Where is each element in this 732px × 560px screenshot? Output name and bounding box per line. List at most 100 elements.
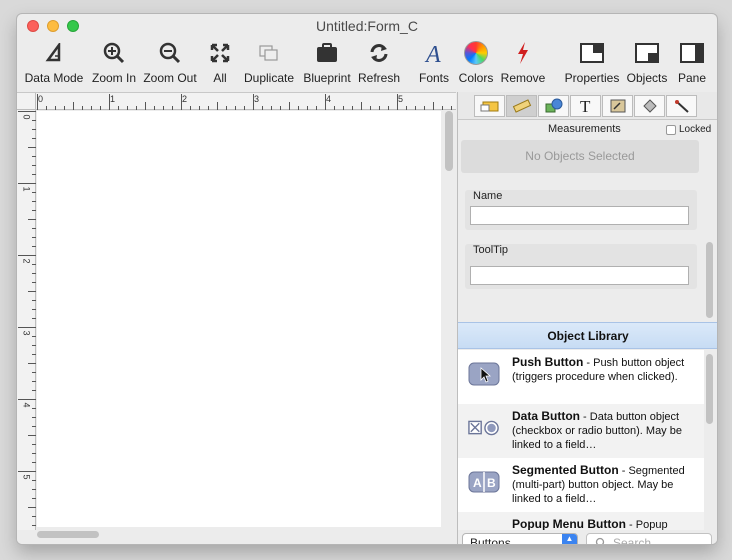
canvas-horizontal-scrollbar[interactable] <box>37 531 99 538</box>
popup-arrows-icon: ▲▼ <box>562 534 577 544</box>
duplicate-icon <box>257 38 281 68</box>
svg-text:A: A <box>424 42 441 65</box>
zoom-all-icon <box>210 38 230 68</box>
push-button-icon <box>468 360 500 388</box>
zoom-out-button[interactable]: Zoom Out <box>141 38 199 88</box>
tab-fill[interactable] <box>634 95 665 117</box>
object-library-header: Object Library <box>458 322 717 349</box>
measurements-title: Measurements <box>548 123 621 135</box>
locked-label: Locked <box>679 124 712 135</box>
push-button-text: Push Button - Push button object (trigge… <box>512 355 697 384</box>
library-item-segmented-button[interactable]: AB Segmented Button - Segmented (multi-p… <box>458 458 704 512</box>
svg-text:T: T <box>580 98 591 114</box>
data-mode-label: Data Mode <box>24 71 84 85</box>
toolbar: Data Mode Zoom In Zoom Out All Duplicate <box>17 38 717 88</box>
zoom-all-button[interactable]: All <box>205 38 235 88</box>
segmented-button-icon: AB <box>468 468 500 496</box>
ruler-v-0: 0 <box>21 114 32 120</box>
zoom-in-icon <box>103 38 125 68</box>
name-field-group: Name <box>465 190 697 230</box>
colors-button[interactable]: Colors <box>457 38 495 88</box>
push-button-name: Push Button <box>512 355 584 369</box>
duplicate-label: Duplicate <box>243 71 295 85</box>
remove-icon <box>515 38 531 68</box>
zoom-out-label: Zoom Out <box>143 71 197 85</box>
popup-menu-button-icon <box>468 522 500 530</box>
library-item-popup-menu-button[interactable]: Popup Menu Button - Popup <box>458 512 704 530</box>
titlebar: Untitled:Form_C <box>17 14 717 38</box>
svg-text:B: B <box>487 476 496 490</box>
library-scrollbar[interactable] <box>706 354 713 424</box>
form-window: Untitled:Form_C Data Mode Zoom In Zoom O… <box>17 14 717 544</box>
canvas-vertical-scrollbar[interactable] <box>445 111 453 171</box>
segmented-button-name: Segmented Button <box>512 463 619 477</box>
line-pen-icon <box>674 100 689 113</box>
library-item-push-button[interactable]: Push Button - Push button object (trigge… <box>458 350 704 404</box>
ruler-v-3: 3 <box>21 330 32 336</box>
tab-text[interactable]: T <box>570 95 601 117</box>
segmented-button-text: Segmented Button - Segmented (multi-part… <box>512 463 697 506</box>
object-library-list: Push Button - Push button object (trigge… <box>458 350 704 530</box>
form-page[interactable] <box>37 111 441 527</box>
library-search-field[interactable]: Search <box>586 533 712 544</box>
form-canvas-area: 0 1 2 3 4 5 0 1 2 3 4 5 <box>17 92 456 544</box>
inspector-tabbar: T <box>458 92 717 120</box>
properties-label: Properties <box>564 71 620 85</box>
tab-general[interactable] <box>474 95 505 117</box>
ruler-h-0: 0 <box>38 94 44 104</box>
data-mode-icon <box>44 38 64 68</box>
popup-menu-button-text: Popup Menu Button - Popup <box>512 517 697 530</box>
objects-label: Objects <box>626 71 668 85</box>
name-input[interactable] <box>470 206 689 225</box>
tooltip-input[interactable] <box>470 266 689 285</box>
vertical-ruler-ticks <box>18 111 36 526</box>
name-label: Name <box>473 190 503 202</box>
zoom-out-icon <box>159 38 181 68</box>
ruler-v-4: 4 <box>21 402 32 408</box>
library-filter-value: Buttons <box>470 536 511 544</box>
no-objects-selected: No Objects Selected <box>461 140 699 173</box>
refresh-icon <box>368 38 390 68</box>
tab-shapes[interactable] <box>538 95 569 117</box>
remove-button[interactable]: Remove <box>501 38 545 88</box>
pane-icon <box>679 38 705 68</box>
remove-label: Remove <box>500 71 546 85</box>
tab-line[interactable] <box>666 95 697 117</box>
pane-button[interactable]: Pane <box>675 38 709 88</box>
properties-icon <box>579 38 605 68</box>
fonts-button[interactable]: A Fonts <box>417 38 451 88</box>
popup-menu-button-name: Popup Menu Button <box>512 517 626 530</box>
zoom-in-button[interactable]: Zoom In <box>89 38 139 88</box>
locked-checkbox[interactable]: Locked <box>666 124 711 135</box>
horizontal-ruler: 0 1 2 3 4 5 <box>36 93 456 110</box>
vertical-ruler: 0 1 2 3 4 5 <box>17 110 36 530</box>
duplicate-button[interactable]: Duplicate <box>241 38 297 88</box>
properties-button[interactable]: Properties <box>563 38 621 88</box>
colors-label: Colors <box>458 71 494 85</box>
ruler-icon <box>512 99 531 113</box>
library-filter-popup[interactable]: Buttons ▲▼ <box>462 533 578 544</box>
measurements-header: Measurements Locked <box>458 121 717 139</box>
paint-bucket-icon <box>642 99 657 113</box>
blueprint-label: Blueprint <box>303 71 351 85</box>
ruler-v-5: 5 <box>21 474 32 480</box>
library-item-data-button[interactable]: Data Button - Data button object (checkb… <box>458 404 704 458</box>
ruler-v-1: 1 <box>21 186 32 192</box>
blueprint-button[interactable]: Blueprint <box>301 38 353 88</box>
inspector-scrollbar[interactable] <box>706 242 713 318</box>
data-mode-button[interactable]: Data Mode <box>23 38 85 88</box>
colors-icon <box>464 38 488 68</box>
form-tag-icon <box>480 101 498 112</box>
zoom-in-label: Zoom In <box>91 71 136 85</box>
shapes-icon <box>545 98 562 113</box>
refresh-button[interactable]: Refresh <box>355 38 403 88</box>
window-title: Untitled:Form_C <box>316 18 418 34</box>
data-button-icon <box>468 414 500 442</box>
ruler-h-4: 4 <box>326 94 332 104</box>
fonts-label: Fonts <box>418 71 449 85</box>
objects-button[interactable]: Objects <box>625 38 669 88</box>
tab-picture[interactable] <box>602 95 633 117</box>
locked-checkbox-box[interactable] <box>666 124 676 135</box>
blueprint-icon <box>315 38 339 68</box>
tab-measurements[interactable] <box>506 95 537 117</box>
